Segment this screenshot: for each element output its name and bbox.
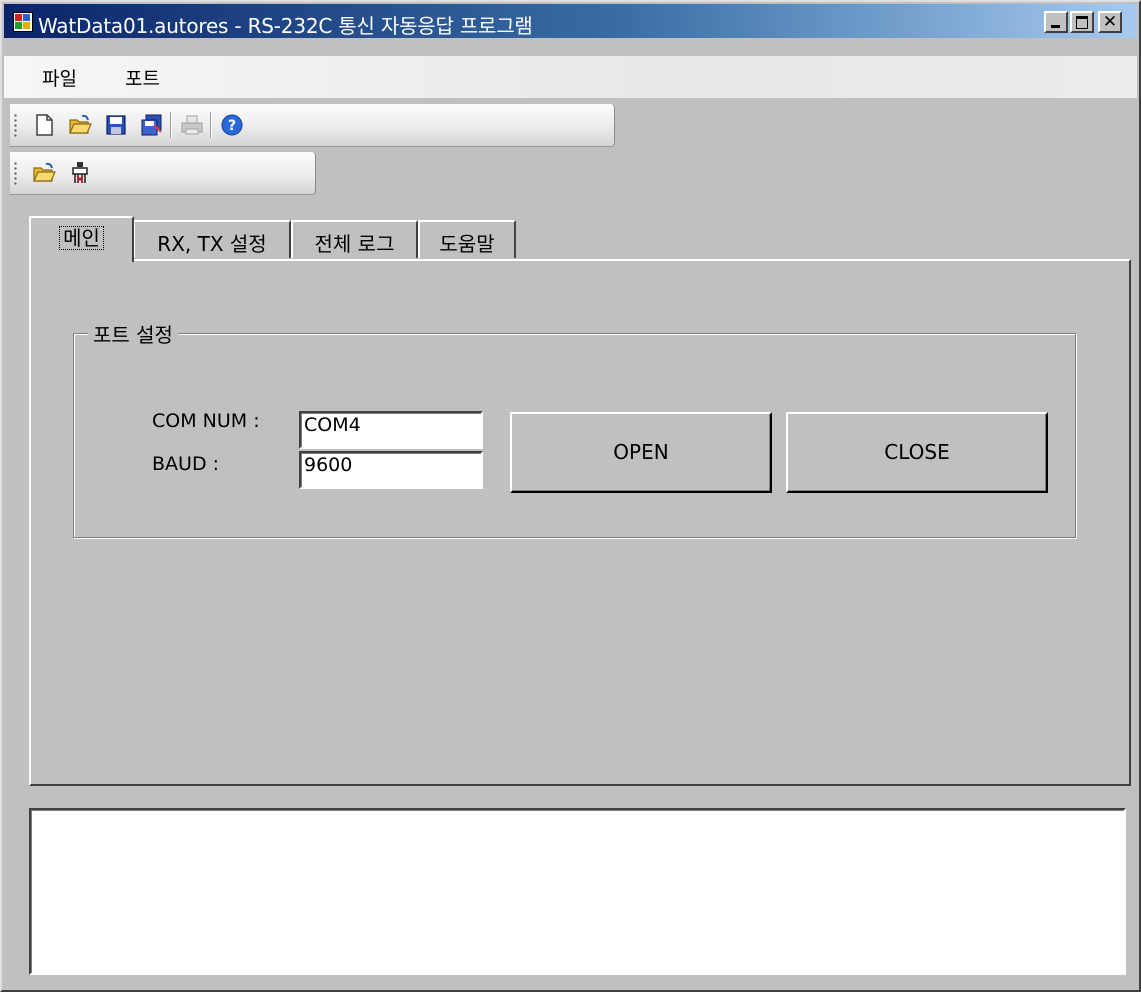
maximize-icon (1076, 16, 1088, 29)
serial-connect-button[interactable] (66, 159, 94, 187)
save-icon (106, 115, 126, 135)
save-button[interactable] (102, 111, 130, 139)
title-bar[interactable]: WatData01.autores - RS-232C 통신 자동응답 프로그램… (4, 4, 1137, 38)
main-tab-panel: 포트 설정 COM NUM : BAUD : COM4 9600 OPEN CL… (29, 259, 1131, 786)
open-folder-icon (33, 162, 56, 182)
svg-text:?: ? (228, 118, 236, 134)
open-folder-button[interactable] (66, 111, 94, 139)
save-all-button[interactable] (138, 111, 166, 139)
toolbar-grip[interactable] (14, 113, 17, 137)
baud-label: BAUD : (152, 453, 220, 475)
close-icon: ✕ (1102, 12, 1118, 32)
baud-input[interactable]: 9600 (299, 451, 483, 489)
app-icon[interactable] (13, 12, 33, 32)
window-title: WatData01.autores - RS-232C 통신 자동응답 프로그램 (38, 14, 533, 38)
output-textbox[interactable] (29, 808, 1126, 975)
toolbar-separator (170, 112, 172, 138)
toolbar-grip[interactable] (14, 161, 17, 185)
save-all-icon (141, 114, 162, 136)
open-folder-icon (69, 114, 92, 134)
com-num-label: COM NUM : (152, 410, 260, 432)
help-button[interactable]: ? (218, 111, 246, 139)
close-window-button[interactable]: ✕ (1098, 11, 1122, 33)
maximize-button[interactable] (1070, 11, 1094, 33)
tab-full-log[interactable]: 전체 로그 (291, 220, 418, 258)
help-icon: ? (221, 114, 243, 136)
port-settings-group: 포트 설정 COM NUM : BAUD : COM4 9600 OPEN CL… (73, 319, 1076, 538)
tab-main[interactable]: 메인 (29, 216, 134, 262)
tab-main-label: 메인 (59, 226, 104, 250)
open-port-file-button[interactable] (30, 159, 58, 187)
new-document-button[interactable] (30, 111, 58, 139)
menu-file[interactable]: 파일 (42, 64, 77, 91)
open-port-button[interactable]: OPEN (510, 412, 772, 493)
port-toolbar (10, 152, 316, 195)
tab-help[interactable]: 도움말 (418, 220, 516, 258)
new-document-icon (36, 114, 53, 136)
minimize-button[interactable] (1044, 11, 1068, 33)
serial-connector-icon (72, 162, 88, 183)
toolbar-separator (210, 112, 212, 138)
menu-bar: 파일 포트 (4, 56, 1137, 98)
print-icon (181, 115, 203, 135)
close-port-button[interactable]: CLOSE (786, 412, 1048, 493)
minimize-icon (1051, 25, 1060, 28)
menu-port[interactable]: 포트 (125, 64, 160, 91)
app-window: WatData01.autores - RS-232C 통신 자동응답 프로그램… (0, 0, 1141, 992)
tab-rx-tx-settings[interactable]: RX, TX 설정 (133, 220, 291, 258)
port-settings-title: 포트 설정 (88, 319, 178, 348)
com-num-input[interactable]: COM4 (299, 411, 483, 449)
print-button[interactable] (178, 111, 206, 139)
main-toolbar: ? (10, 104, 615, 147)
